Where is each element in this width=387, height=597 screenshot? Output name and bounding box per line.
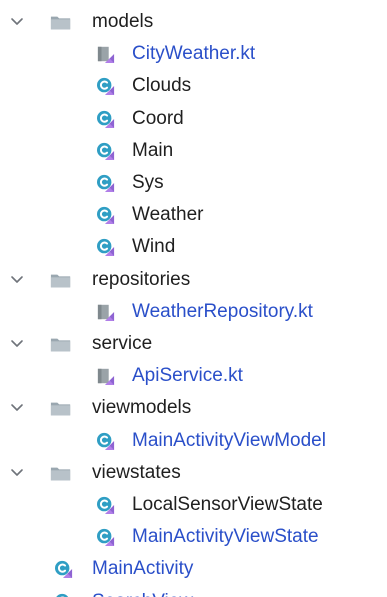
tree-folder-repositories[interactable]: repositories [0, 264, 387, 296]
tree-file-mainactivity[interactable]: MainActivity [0, 553, 387, 585]
tree-item-label: Clouds [132, 75, 192, 97]
kotlin-class-icon [97, 239, 115, 257]
tree-folder-viewstates[interactable]: viewstates [0, 457, 387, 489]
kotlin-class-icon [97, 142, 115, 160]
kotlin-class-icon [97, 529, 115, 547]
kotlin-class-icon [55, 561, 73, 579]
kotlin-class-icon [97, 496, 115, 514]
tree-item-label: viewstates [92, 461, 181, 483]
tree-item-label: viewmodels [92, 397, 192, 419]
tree-item-label: Sys [132, 172, 164, 193]
tree-file-apiservice-kt[interactable]: ApiService.kt [0, 360, 387, 392]
kotlin-class-icon [97, 432, 115, 450]
kotlin-file-icon [97, 46, 115, 64]
tree-item-label: LocalSensorViewState [132, 494, 323, 515]
tree-file-coord[interactable]: Coord [0, 103, 387, 135]
tree-item-label: CityWeather.kt [132, 43, 256, 65]
folder-icon [50, 274, 71, 288]
project-tree: models CityWeather.kt Clouds Coord Main Sys We… [0, 0, 387, 597]
folder-icon [50, 402, 71, 416]
tree-item-label: repositories [92, 268, 191, 290]
tree-item-label: WeatherRepository.kt [132, 300, 313, 322]
tree-item-label: Weather [132, 204, 204, 226]
tree-file-weatherrepository-kt[interactable]: WeatherRepository.kt [0, 296, 387, 328]
tree-file-wind[interactable]: Wind [0, 231, 387, 263]
tree-file-mainactivityviewmodel[interactable]: MainActivityViewModel [0, 425, 387, 457]
kotlin-file-icon [97, 304, 115, 321]
tree-item-label: service [92, 333, 153, 354]
tree-file-clouds[interactable]: Clouds [0, 70, 387, 102]
tree-file-weather[interactable]: Weather [0, 199, 387, 231]
tree-folder-service[interactable]: service [0, 328, 387, 360]
chevron-down-icon[interactable] [10, 337, 24, 351]
tree-item-label: ApiService.kt [132, 365, 243, 387]
tree-item-label: Coord [132, 107, 184, 129]
tree-file-searchview[interactable]: SearchView [0, 586, 387, 597]
kotlin-class-icon [97, 110, 115, 128]
kotlin-file-icon [97, 368, 115, 386]
tree-file-sys[interactable]: Sys [0, 167, 387, 199]
chevron-down-icon[interactable] [10, 401, 24, 415]
tree-item-label: MainActivityViewModel [132, 429, 326, 451]
folder-icon [50, 467, 71, 481]
tree-file-mainactivityviewstate[interactable]: MainActivityViewState [0, 521, 387, 553]
folder-icon [50, 338, 71, 352]
tree-item-label: MainActivity [92, 558, 194, 580]
kotlin-class-icon [56, 593, 69, 597]
chevron-down-icon[interactable] [10, 273, 24, 287]
tree-folder-viewmodels[interactable]: viewmodels [0, 392, 387, 424]
kotlin-class-icon [97, 174, 115, 192]
tree-item-label: models [92, 11, 154, 32]
tree-file-cityweather-kt[interactable]: CityWeather.kt [0, 38, 387, 70]
tree-file-main[interactable]: Main [0, 135, 387, 167]
folder-icon [50, 16, 71, 30]
kotlin-class-icon [97, 207, 115, 225]
chevron-down-icon[interactable] [10, 15, 24, 29]
tree-folder-models[interactable]: models [0, 6, 387, 38]
kotlin-class-icon [97, 78, 115, 96]
tree-item-label: Wind [132, 236, 176, 258]
tree-item-label: Main [132, 139, 174, 161]
tree-item-label: SearchView [92, 588, 193, 597]
chevron-down-icon[interactable] [10, 466, 24, 480]
tree-item-label: MainActivityViewState [132, 526, 319, 548]
tree-file-localsensorviewstate[interactable]: LocalSensorViewState [0, 489, 387, 521]
